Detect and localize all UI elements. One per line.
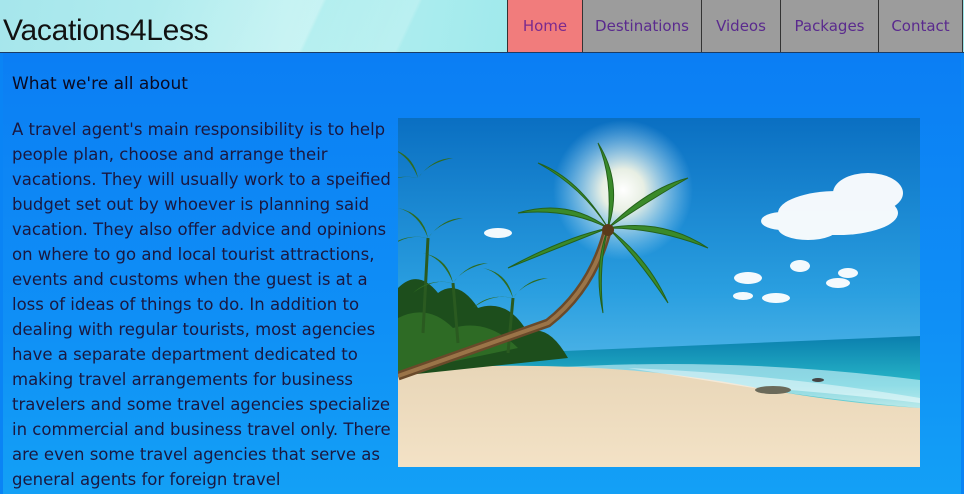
site-header: Vacations4Less Home Destinations Videos …: [0, 0, 964, 53]
beach-photo: [398, 118, 920, 467]
nav-home[interactable]: Home: [507, 0, 582, 52]
nav-destinations[interactable]: Destinations: [582, 0, 701, 52]
section-heading: What we're all about: [12, 74, 188, 94]
nav-contact[interactable]: Contact: [878, 0, 963, 52]
nav-videos[interactable]: Videos: [701, 0, 780, 52]
nav-packages[interactable]: Packages: [780, 0, 878, 52]
about-paragraph: A travel agent's main responsibility is …: [12, 120, 391, 489]
main-nav: Home Destinations Videos Packages Contac…: [507, 0, 963, 52]
site-title[interactable]: Vacations4Less: [3, 14, 209, 48]
